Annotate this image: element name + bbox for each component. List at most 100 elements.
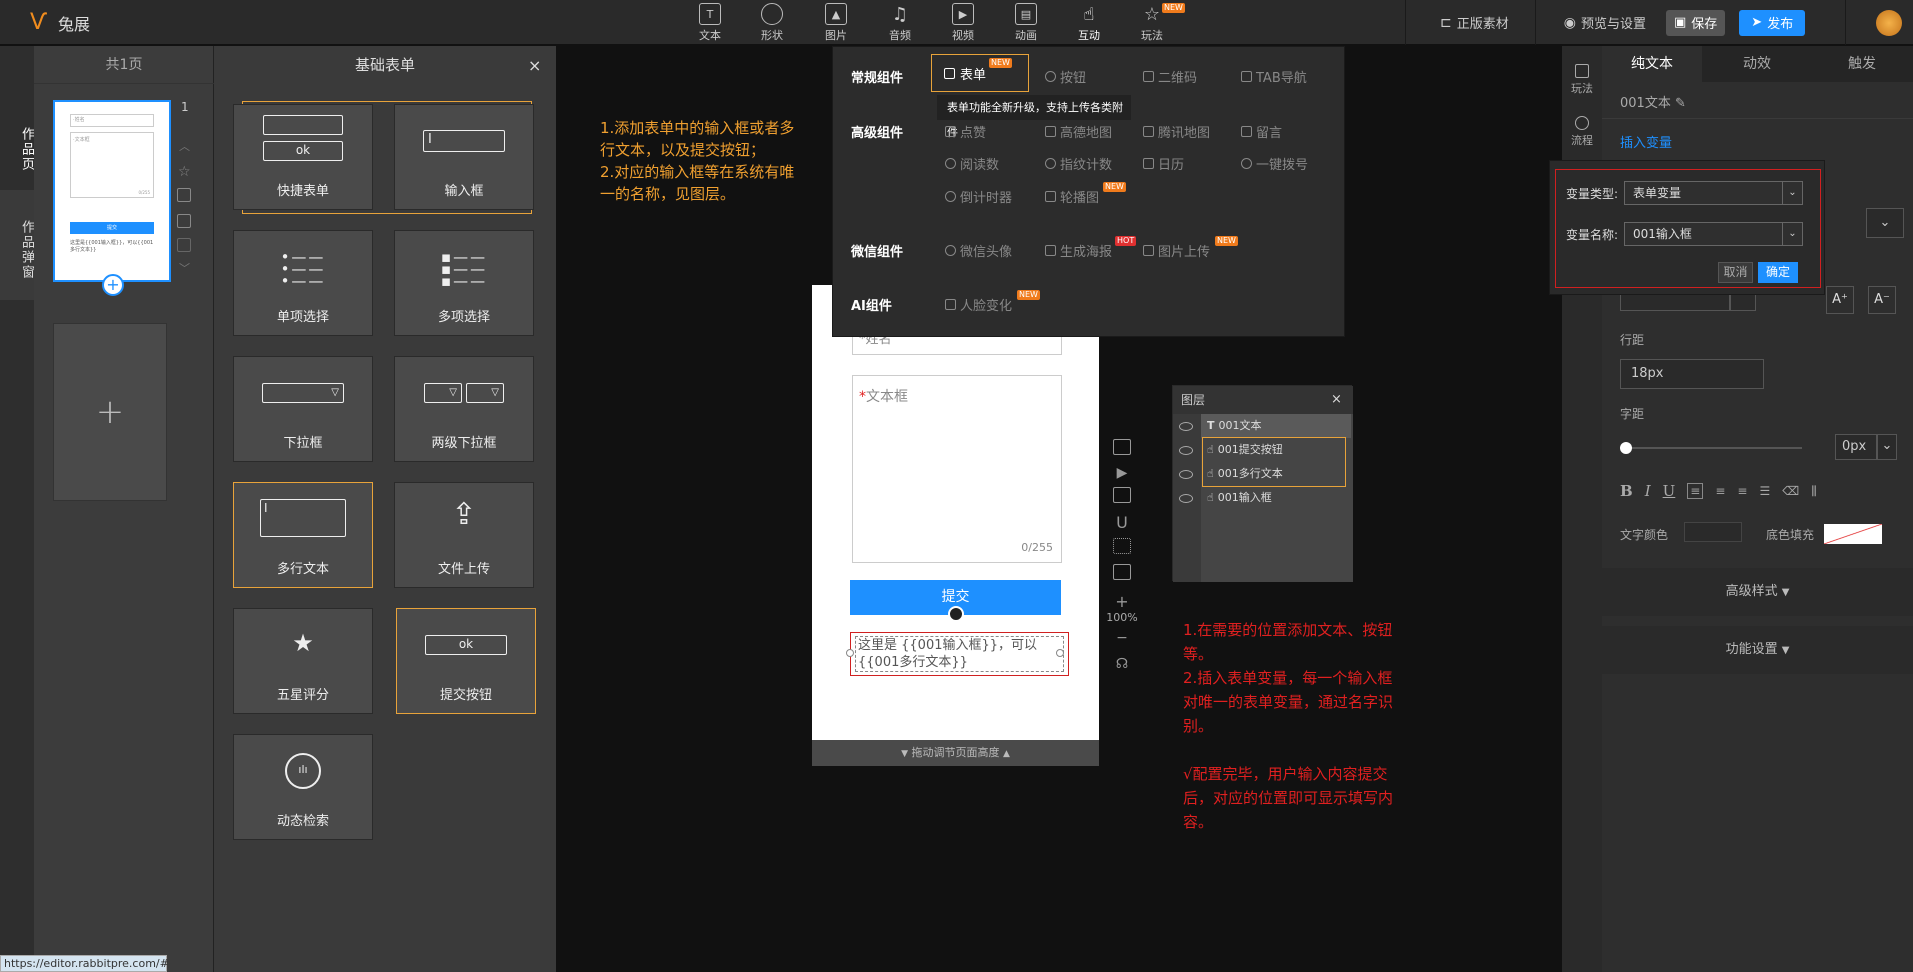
component-read-count[interactable]: 阅读数 (945, 154, 999, 173)
component-wechat-avatar[interactable]: 微信头像 (945, 241, 1012, 260)
component-image-upload[interactable]: 图片上传 (1143, 241, 1210, 260)
ps-icon[interactable] (1113, 564, 1131, 580)
component-face-change[interactable]: 人脸变化 (945, 295, 1012, 314)
font-decrease-icon[interactable]: A⁻ (1868, 286, 1896, 314)
chevron-down-icon[interactable]: ﹀ (179, 260, 190, 276)
component-qrcode[interactable]: 二维码 (1143, 67, 1197, 86)
grid-icon[interactable] (1113, 538, 1131, 554)
letter-spacing-input[interactable]: 0px (1835, 434, 1877, 460)
var-type-select[interactable]: 表单变量 ⌄ (1624, 181, 1803, 205)
app-logo[interactable]: Ѵ 兔展 (30, 10, 90, 36)
eye-icon[interactable] (1179, 470, 1193, 479)
chevron-down-icon[interactable]: ⌄ (1866, 208, 1904, 238)
toolbar-video[interactable]: ▶ 视频 (934, 3, 992, 43)
variable-text-element[interactable]: 这里是 {{001输入框}}，可以{{001多行文本}} (850, 632, 1069, 676)
layer-item[interactable]: T 001文本 (1201, 414, 1351, 438)
component-fingerprint[interactable]: 指纹计数 (1045, 154, 1112, 173)
var-name-select[interactable]: 001输入框 ⌄ (1624, 222, 1803, 246)
component-carousel[interactable]: 轮播图 (1045, 187, 1099, 206)
preview-settings-button[interactable]: ◉ 预览与设置 (1556, 10, 1654, 36)
underline-icon[interactable]: U (1663, 482, 1676, 500)
eye-icon[interactable] (1179, 494, 1193, 503)
vertical-text-icon[interactable]: ⫼ (1811, 484, 1817, 499)
avatar[interactable] (1876, 9, 1903, 36)
form-item-dynamic-search[interactable]: ılı 动态检索 (233, 734, 373, 840)
resize-handle[interactable] (846, 649, 854, 657)
form-item-single-choice[interactable]: •—— •—— •—— 单项选择 (233, 230, 373, 336)
function-settings-section[interactable]: 功能设置 ▼ (1602, 626, 1913, 674)
copy-icon[interactable] (177, 188, 191, 202)
align-justify-icon[interactable]: ☰ (1759, 484, 1770, 498)
star-outline-icon[interactable]: ☆ (178, 164, 191, 180)
component-amap[interactable]: 高德地图 (1045, 122, 1112, 141)
tab-trigger[interactable]: 触发 (1812, 46, 1912, 82)
toolbar-interact[interactable]: ☝ 互动 (1060, 3, 1118, 43)
component-calendar[interactable]: 日历 (1143, 154, 1184, 173)
eraser-icon[interactable]: ⌫ (1782, 484, 1799, 498)
component-like[interactable]: 点赞 (945, 122, 986, 141)
font-increase-icon[interactable]: A⁺ (1826, 286, 1854, 314)
play-mode-button[interactable]: 玩法 (1562, 64, 1602, 96)
eye-icon[interactable] (1179, 422, 1193, 431)
component-tab-nav[interactable]: TAB导航 (1241, 67, 1307, 86)
italic-icon[interactable]: I (1645, 482, 1651, 500)
layer-name[interactable]: 001文本 ✎ (1620, 92, 1686, 111)
form-item-submit-button[interactable]: ok 提交按钮 (396, 608, 536, 714)
page-icon[interactable] (1113, 487, 1131, 503)
trash-icon[interactable] (177, 238, 191, 252)
rotate-handle-icon[interactable] (948, 606, 964, 622)
toolbar-shape[interactable]: 形状 (743, 3, 801, 43)
component-tencent-map[interactable]: 腾讯地图 (1143, 122, 1210, 141)
text-color-swatch[interactable] (1684, 522, 1742, 542)
form-item-file-upload[interactable]: ⇪ 文件上传 (394, 482, 534, 588)
align-right-icon[interactable]: ≡ (1737, 484, 1747, 498)
zoom-out-icon[interactable]: − (1106, 630, 1138, 646)
bg-fill-swatch[interactable] (1824, 524, 1882, 544)
zoom-in-icon[interactable]: + (1106, 592, 1138, 611)
close-icon[interactable]: × (528, 56, 541, 75)
form-item-dropdown[interactable]: ▽ 下拉框 (233, 356, 373, 462)
toolbar-audio[interactable]: ♫ 音频 (871, 3, 929, 43)
headset-icon[interactable]: ☊ (1106, 656, 1138, 672)
tab-works-page[interactable]: 作品页 (0, 94, 34, 194)
bold-icon[interactable]: B (1620, 482, 1633, 500)
form-item-quick-form[interactable]: ok 快捷表单 (233, 104, 373, 210)
tab-works-popup[interactable]: 作品弹窗 (0, 190, 34, 300)
form-item-input[interactable]: I 输入框 (394, 104, 534, 210)
flow-button[interactable]: 流程 (1562, 116, 1602, 148)
cancel-button[interactable]: 取消 (1718, 262, 1753, 283)
resize-handle[interactable] (1056, 649, 1064, 657)
form-item-multi-choice[interactable]: ▪—— ▪—— ▪—— 多项选择 (394, 230, 534, 336)
component-countdown[interactable]: 倒计时器 (945, 187, 1012, 206)
layers-icon[interactable] (1113, 439, 1131, 455)
component-message[interactable]: 留言 (1241, 122, 1282, 141)
letter-spacing-slider[interactable] (1624, 447, 1802, 449)
align-left-icon[interactable]: ≡ (1687, 483, 1704, 499)
play-icon[interactable]: ▶ (1106, 465, 1138, 481)
genuine-assets-button[interactable]: ⊏ 正版素材 (1432, 10, 1517, 36)
component-button[interactable]: 按钮 (1045, 67, 1086, 86)
publish-button[interactable]: ➤ 发布 (1739, 9, 1806, 36)
tab-animation[interactable]: 动效 (1707, 46, 1807, 82)
toolbar-image[interactable]: ▲ 图片 (807, 3, 865, 43)
confirm-button[interactable]: 确定 (1758, 262, 1798, 283)
toolbar-text[interactable]: T 文本 (681, 3, 739, 43)
duplicate-icon[interactable] (177, 214, 191, 228)
page-height-handle[interactable]: ▼ 拖动调节页面高度 ▲ (812, 740, 1099, 766)
close-icon[interactable]: × (1331, 392, 1342, 407)
insert-variable-link[interactable]: 插入变量 (1620, 132, 1672, 151)
tab-plain-text[interactable]: 纯文本 (1602, 46, 1702, 82)
toolbar-animation[interactable]: ▤ 动画 (997, 3, 1055, 43)
align-center-icon[interactable]: ≡ (1715, 484, 1725, 498)
eye-icon[interactable] (1179, 446, 1193, 455)
advanced-style-section[interactable]: 高级样式 ▼ (1602, 568, 1913, 616)
form-item-multiline-text[interactable]: I 多行文本 (233, 482, 373, 588)
component-poster[interactable]: 生成海报 (1045, 241, 1112, 260)
chevron-down-icon[interactable]: ⌄ (1877, 434, 1897, 460)
form-item-two-level-dropdown[interactable]: ▽ ▽ 两级下拉框 (394, 356, 534, 462)
magnet-icon[interactable]: U (1106, 513, 1138, 532)
textarea-field[interactable]: *文本框 0/255 (852, 375, 1062, 563)
form-item-star-rating[interactable]: ★ 五星评分 (233, 608, 373, 714)
layer-item[interactable]: ☝ 001输入框 (1201, 486, 1351, 510)
new-page-placeholder[interactable]: + (53, 323, 167, 501)
